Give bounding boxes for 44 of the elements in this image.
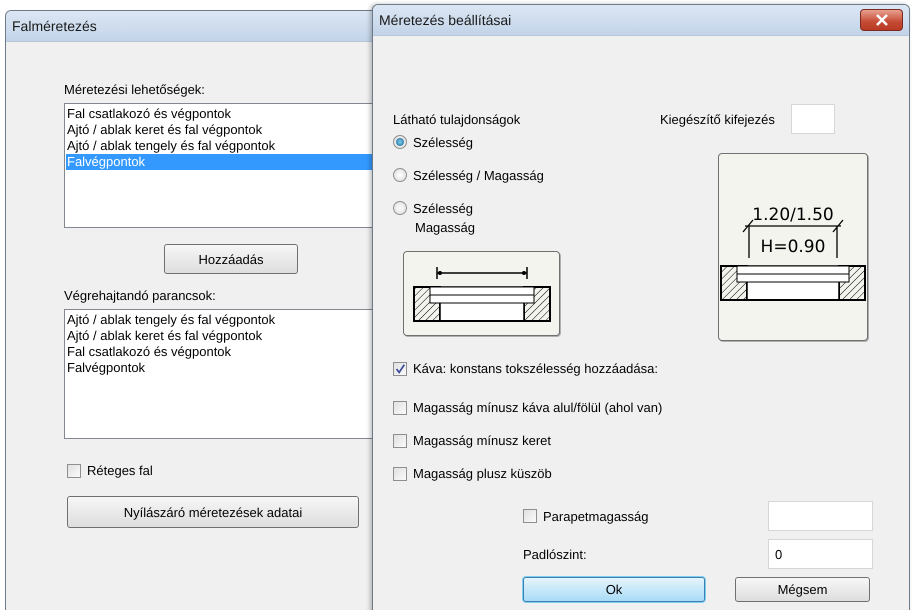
openings-button[interactable]: Nyílászáró méretezések adatai xyxy=(67,496,359,528)
list-item[interactable]: Fal csatlakozó és végpontok xyxy=(66,106,376,122)
list-item[interactable]: Ajtó / ablak keret és fal végpontok xyxy=(66,328,376,344)
close-icon xyxy=(874,14,890,26)
radio-button[interactable] xyxy=(393,135,407,149)
cancel-button[interactable]: Mégsem xyxy=(735,577,870,602)
checkbox[interactable] xyxy=(393,362,407,376)
window-title: Méretezés beállításai xyxy=(379,12,512,28)
section-label: Látható tulajdonságok xyxy=(393,112,522,127)
ok-button[interactable]: Ok xyxy=(523,577,705,602)
add-button[interactable]: Hozzáadás xyxy=(164,244,298,274)
options-label: Méretezési lehetőségek: xyxy=(64,82,206,97)
list-item[interactable]: Ajtó / ablak tengely és fal végpontok xyxy=(66,312,376,328)
list-item[interactable]: Ajtó / ablak keret és fal végpontok xyxy=(66,122,376,138)
checkbox[interactable] xyxy=(67,464,81,478)
commands-label: Végrehajtandó parancsok: xyxy=(64,288,217,303)
width-preview-button[interactable] xyxy=(403,251,560,336)
checkbox[interactable] xyxy=(393,400,407,414)
radio-button[interactable] xyxy=(393,201,407,215)
floor-field[interactable]: 0 xyxy=(768,539,873,569)
checkbox-label: Parapetmagasság xyxy=(543,508,649,524)
checkbox-label: Réteges fal xyxy=(87,463,153,478)
checkbox-label: Magasság mínusz keret xyxy=(413,433,552,448)
list-item[interactable]: Fal csatlakozó és végpontok xyxy=(66,344,376,360)
checkbox[interactable] xyxy=(393,434,407,448)
list-item[interactable]: Falvégpontok xyxy=(66,360,376,376)
list-item[interactable]: Ajtó / ablak tengely és fal végpontok xyxy=(66,138,376,154)
checkbox[interactable] xyxy=(523,509,537,523)
radio-button[interactable] xyxy=(393,168,407,182)
radio-label: Szélesség / Magasság xyxy=(413,167,544,185)
radio-label: Szélesség xyxy=(413,134,473,152)
checkbox[interactable] xyxy=(393,466,407,480)
checkbox-label: Magasság plusz küszöb xyxy=(413,466,552,481)
radio-label: Magasság xyxy=(414,219,475,237)
window-title: Falméretezés xyxy=(12,18,97,34)
extra-field[interactable] xyxy=(790,104,835,134)
close-button[interactable] xyxy=(860,9,903,31)
checkbox-label: Káva: konstans tokszélesség hozzáadása: xyxy=(413,361,658,376)
radio-label: Szélesség xyxy=(413,200,474,218)
extra-label: Kiegészítő kifejezés xyxy=(660,112,775,126)
dimension-preview-button[interactable]: 1.20/1.50 H=0.90 xyxy=(718,153,868,341)
checkbox-label: Magasság mínusz káva alul/fölül (ahol van) xyxy=(413,400,662,415)
parapet-field[interactable] xyxy=(768,501,873,531)
floor-label: Padlószint: xyxy=(523,546,588,562)
